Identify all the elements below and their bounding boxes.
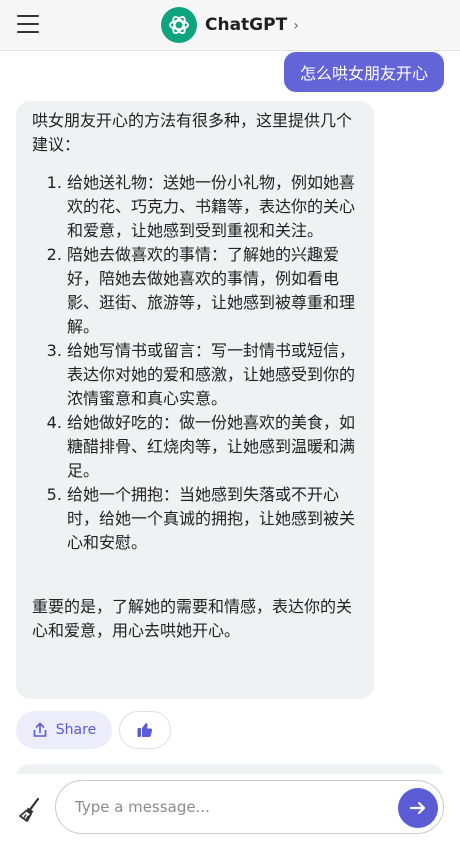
- user-message-bubble: 怎么哄女朋友开心: [283, 52, 444, 92]
- header-bar: ChatGPT ›: [0, 0, 460, 51]
- model-selector[interactable]: ChatGPT ›: [161, 7, 299, 43]
- thumbs-up-icon: [137, 723, 153, 737]
- list-item: 给她做好吃的：做一份她喜欢的美食，如糖醋排骨、红烧肉等，让她感到温暖和满足。: [67, 411, 360, 483]
- like-button[interactable]: [119, 711, 171, 749]
- list-item: 给她写情书或留言：写一封情书或短信，表达你对她的爱和感激，让她感受到你的浓情蜜意…: [67, 339, 360, 411]
- suggestion-list: 给她送礼物：送她一份小礼物，例如她喜欢的花、巧克力、书籍等，表达你的关心和爱意，…: [32, 171, 360, 555]
- list-item: 给她一个拥抱：当她感到失落或不开心时，给她一个真诚的拥抱，让她感到被关心和安慰。: [67, 483, 360, 555]
- chevron-right-icon: ›: [293, 18, 299, 34]
- assistant-intro: 哄女朋友开心的方法有很多种，这里提供几个建议：: [32, 111, 353, 154]
- assistant-outro: 重要的是，了解她的需要和情感，表达你的关心和爱意，用心去哄她开心。: [32, 597, 353, 640]
- list-item: 给她送礼物：送她一份小礼物，例如她喜欢的花、巧克力、书籍等，表达你的关心和爱意，…: [67, 171, 360, 243]
- message-input[interactable]: [55, 780, 444, 834]
- openai-logo-icon: [161, 7, 197, 43]
- broom-icon[interactable]: [18, 797, 44, 823]
- share-button[interactable]: Share: [16, 711, 112, 749]
- share-label: Share: [55, 722, 97, 738]
- assistant-message-bubble: 哄女朋友开心的方法有很多种，这里提供几个建议： 给她送礼物：送她一份小礼物，例如…: [16, 101, 374, 699]
- app-title: ChatGPT: [205, 15, 288, 35]
- send-button[interactable]: [398, 788, 438, 828]
- arrow-right-icon: [409, 801, 426, 815]
- list-item: 陪她去做喜欢的事情：了解她的兴趣爱好，陪她去做她喜欢的事情，例如看电影、逛街、旅…: [67, 243, 360, 339]
- share-icon: [33, 722, 47, 737]
- hamburger-menu-icon[interactable]: [17, 15, 39, 33]
